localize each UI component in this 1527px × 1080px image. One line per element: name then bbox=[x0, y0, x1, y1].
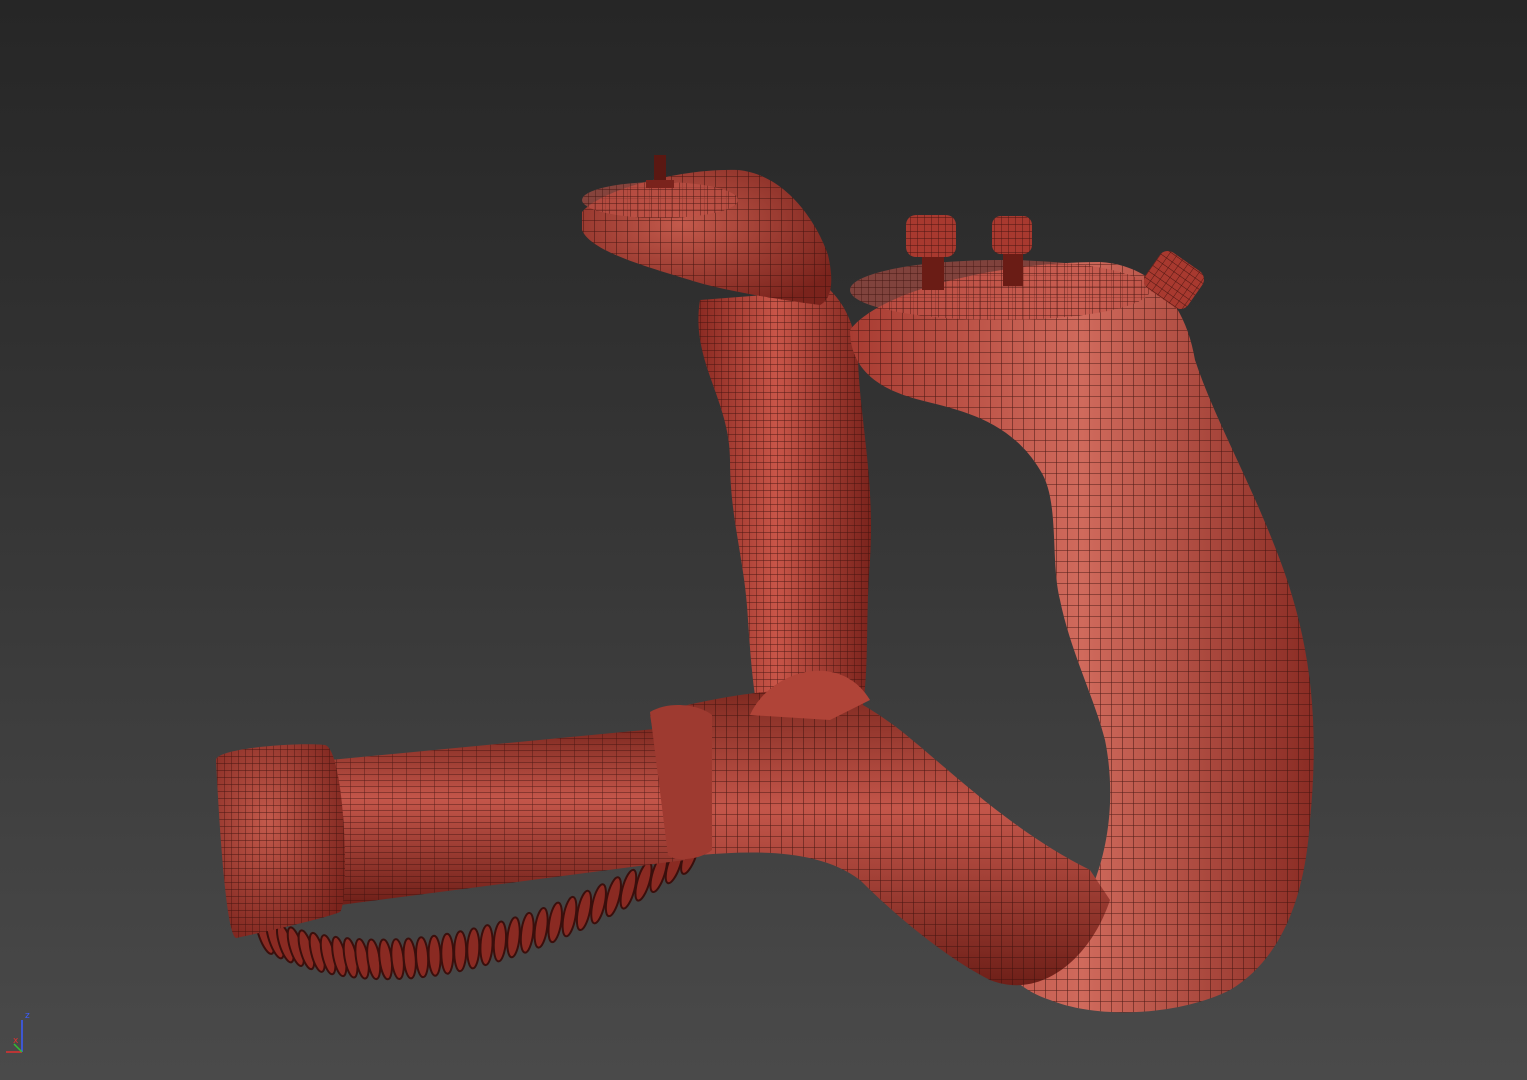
coil-loop bbox=[533, 906, 549, 949]
coil-loop bbox=[519, 911, 535, 954]
axis-gizmo: z x bbox=[6, 1011, 30, 1053]
3d-model[interactable] bbox=[0, 0, 1527, 1080]
horizontal-bar bbox=[216, 704, 712, 938]
left-grip bbox=[582, 155, 872, 720]
coil-loop bbox=[453, 930, 468, 973]
coil-loop bbox=[402, 937, 417, 980]
3d-viewport[interactable]: z x bbox=[0, 0, 1527, 1080]
coil-loop bbox=[415, 936, 430, 979]
coil-loop bbox=[440, 932, 455, 975]
coil-loop bbox=[492, 920, 508, 963]
coil-loop bbox=[506, 916, 521, 959]
z-axis-label: z bbox=[25, 1011, 30, 1021]
coil-loop bbox=[466, 927, 481, 970]
coil-loop bbox=[479, 924, 494, 967]
center-junction bbox=[650, 670, 1110, 986]
coil-loop bbox=[427, 934, 442, 977]
x-axis-label: x bbox=[13, 1036, 19, 1046]
coil-loop bbox=[547, 901, 563, 944]
